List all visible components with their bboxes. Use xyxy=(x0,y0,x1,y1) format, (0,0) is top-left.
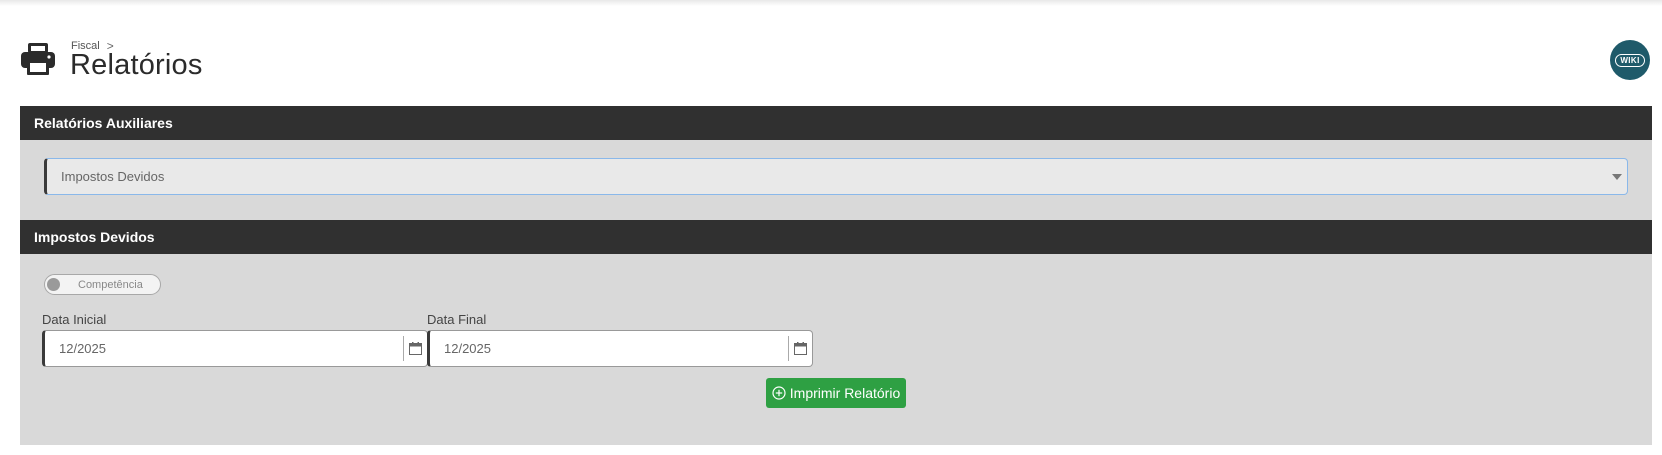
report-select-value: Impostos Devidos xyxy=(61,169,165,184)
data-inicial-label: Data Inicial xyxy=(42,312,107,327)
data-inicial-field[interactable]: 12/2025 xyxy=(42,330,428,367)
calendar-icon[interactable] xyxy=(788,336,812,361)
wiki-icon: WIKI xyxy=(1615,53,1645,67)
page-header: Fiscal > Relatórios xyxy=(20,38,1660,88)
toggle-knob xyxy=(47,278,60,291)
page-title: Relatórios xyxy=(70,49,203,81)
data-final-value: 12/2025 xyxy=(444,341,491,356)
panel-header-impostos: Impostos Devidos xyxy=(20,220,1652,254)
print-report-button[interactable]: Imprimir Relatório xyxy=(766,378,906,408)
panel-impostos-devidos: Impostos Devidos Competência Data Inicia… xyxy=(20,220,1652,445)
dropdown-caret-icon xyxy=(1612,174,1622,180)
wiki-button[interactable]: WIKI xyxy=(1610,40,1650,80)
top-shadow xyxy=(0,0,1662,6)
competencia-toggle[interactable]: Competência xyxy=(44,274,161,295)
calendar-icon[interactable] xyxy=(403,336,427,361)
data-inicial-value: 12/2025 xyxy=(59,341,106,356)
panel-relatorios-auxiliares: Relatórios Auxiliares Impostos Devidos xyxy=(20,106,1652,220)
plus-circle-icon xyxy=(772,386,786,400)
data-final-field[interactable]: 12/2025 xyxy=(427,330,813,367)
print-report-label: Imprimir Relatório xyxy=(789,385,901,401)
printer-icon xyxy=(21,43,55,75)
report-select[interactable]: Impostos Devidos xyxy=(44,158,1628,195)
panel-header-auxiliares: Relatórios Auxiliares xyxy=(20,106,1652,140)
toggle-label: Competência xyxy=(78,279,143,291)
data-final-label: Data Final xyxy=(427,312,487,327)
